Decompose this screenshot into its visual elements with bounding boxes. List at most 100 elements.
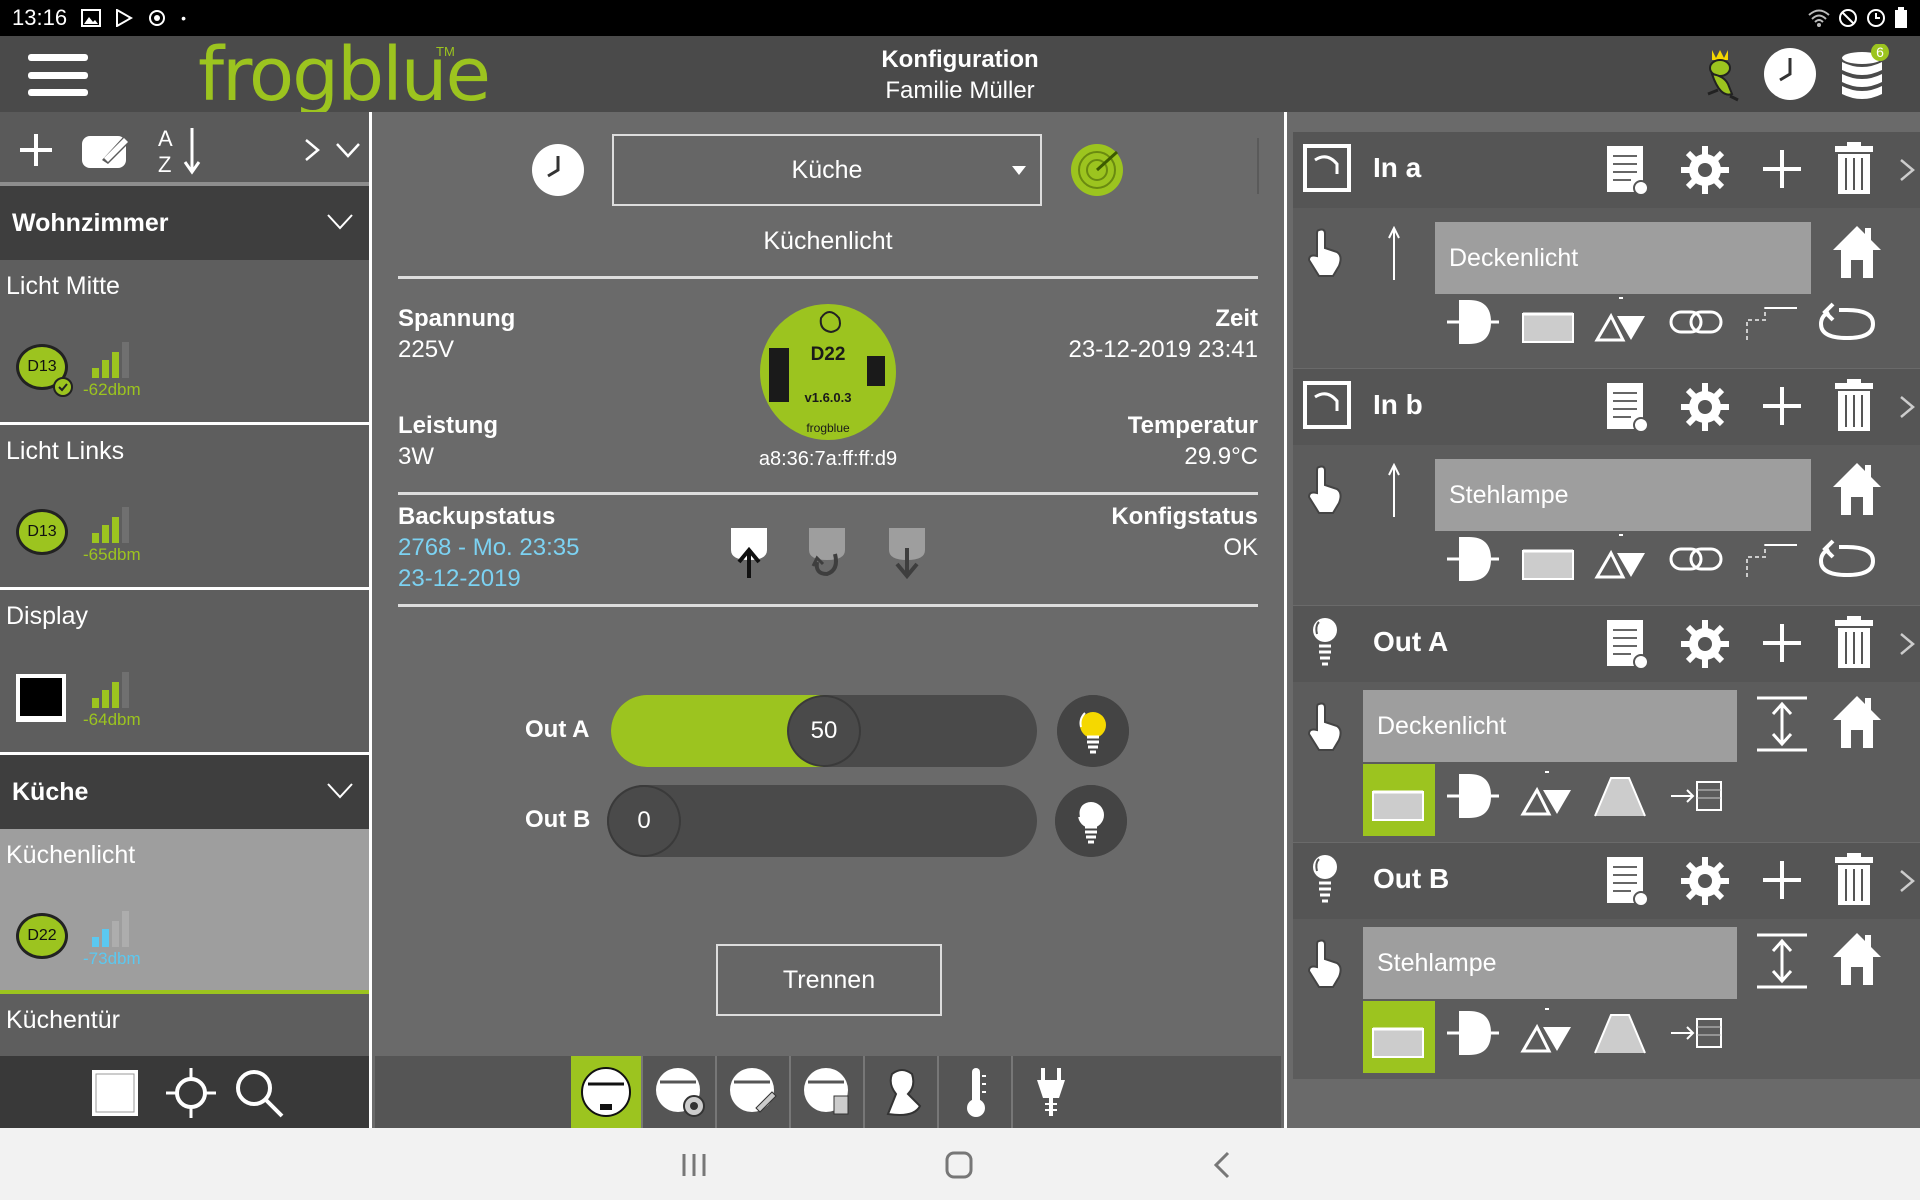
gear-icon[interactable] xyxy=(1679,618,1731,670)
room-header-wohnzimmer[interactable]: Wohnzimmer xyxy=(0,186,369,260)
back-icon[interactable] xyxy=(1210,1150,1234,1180)
radar-scan-icon[interactable] xyxy=(1069,142,1125,198)
database-icon[interactable]: 6 xyxy=(1834,44,1894,104)
trash-icon[interactable] xyxy=(1833,616,1875,670)
output-mode-selected[interactable] xyxy=(1363,764,1435,836)
wifi-icon xyxy=(1808,9,1830,27)
dimmer-triangles-icon[interactable] xyxy=(1593,294,1647,346)
link-icon[interactable] xyxy=(1669,308,1723,336)
clock-icon[interactable] xyxy=(1760,44,1820,104)
select-all-icon[interactable] xyxy=(90,1068,140,1118)
expand-vertical-icon[interactable] xyxy=(1755,933,1809,989)
database-badge: 6 xyxy=(1876,44,1884,60)
add-icon[interactable] xyxy=(1759,857,1805,903)
chevron-right-icon[interactable] xyxy=(1897,867,1917,895)
target-name-field[interactable]: Deckenlicht xyxy=(1435,222,1811,294)
output-slider-a[interactable]: 50 xyxy=(611,695,1037,767)
home-icon[interactable] xyxy=(1829,459,1885,519)
chevron-right-icon[interactable] xyxy=(1897,393,1917,421)
tab-user[interactable] xyxy=(867,1056,939,1128)
chevron-right-icon[interactable] xyxy=(1897,156,1917,184)
backup-download-icon[interactable] xyxy=(885,524,929,580)
level-box-icon[interactable] xyxy=(1521,547,1575,581)
add-icon[interactable] xyxy=(18,132,54,168)
and-gate-icon[interactable] xyxy=(1445,768,1499,824)
section-header-in-a: In a xyxy=(1293,132,1920,208)
and-gate-icon[interactable] xyxy=(1445,294,1499,350)
tab-temperature[interactable] xyxy=(941,1056,1013,1128)
list-settings-icon[interactable] xyxy=(1605,381,1649,433)
timer-badge-icon xyxy=(53,377,73,397)
delay-step-icon[interactable] xyxy=(1745,302,1799,342)
device-settings-icon xyxy=(656,1068,705,1117)
target-name-field[interactable]: Deckenlicht xyxy=(1363,690,1737,762)
target-name-field[interactable]: Stehlampe xyxy=(1363,927,1737,999)
device-item-display[interactable]: Display -64dbm xyxy=(0,590,369,755)
tab-device-settings[interactable] xyxy=(645,1056,717,1128)
chevron-right-icon[interactable] xyxy=(302,136,322,164)
recent-apps-icon[interactable] xyxy=(680,1152,708,1178)
shutter-move-icon[interactable] xyxy=(1669,778,1723,812)
dimmer-triangles-icon[interactable] xyxy=(1519,1005,1573,1057)
trapezoid-icon[interactable] xyxy=(1593,1009,1647,1055)
chevron-down-icon[interactable] xyxy=(334,140,362,160)
trash-icon[interactable] xyxy=(1833,379,1875,433)
home-icon[interactable] xyxy=(1829,222,1885,282)
level-box-icon[interactable] xyxy=(1521,310,1575,344)
dimmer-triangles-icon[interactable] xyxy=(1519,768,1573,820)
tab-device-edit[interactable] xyxy=(719,1056,791,1128)
output-slider-knob[interactable]: 0 xyxy=(607,785,681,857)
list-settings-icon[interactable] xyxy=(1605,855,1649,907)
tab-power[interactable] xyxy=(1015,1056,1087,1128)
home-icon[interactable] xyxy=(1829,929,1885,989)
add-icon[interactable] xyxy=(1759,146,1805,192)
home-nav-icon[interactable] xyxy=(944,1150,974,1180)
delay-step-icon[interactable] xyxy=(1745,539,1799,579)
tab-device-log[interactable] xyxy=(793,1056,865,1128)
trapezoid-icon[interactable] xyxy=(1593,772,1647,818)
search-icon[interactable] xyxy=(232,1066,286,1120)
sort-az-icon[interactable]: AZ xyxy=(154,124,204,176)
add-icon[interactable] xyxy=(1759,620,1805,666)
trash-icon[interactable] xyxy=(1833,142,1875,196)
backup-upload-icon[interactable] xyxy=(727,524,771,580)
repeat-icon[interactable] xyxy=(1819,302,1875,342)
menu-icon[interactable] xyxy=(28,54,88,96)
backup-restore-icon[interactable] xyxy=(805,524,849,580)
room-select[interactable]: Küche xyxy=(612,134,1042,206)
device-item-kuechenlicht[interactable]: Küchenlicht D22 -73dbm xyxy=(0,829,369,994)
frog-king-icon[interactable] xyxy=(1690,44,1750,104)
output-mode-selected[interactable] xyxy=(1363,1001,1435,1073)
gear-icon[interactable] xyxy=(1679,381,1731,433)
signal-strength-icon xyxy=(92,342,129,378)
add-icon[interactable] xyxy=(1759,383,1805,429)
list-settings-icon[interactable] xyxy=(1605,618,1649,670)
bulb-on-icon[interactable] xyxy=(1057,695,1129,767)
clock-icon[interactable] xyxy=(530,142,586,198)
trash-icon[interactable] xyxy=(1833,853,1875,907)
list-settings-icon[interactable] xyxy=(1605,144,1649,196)
device-item-kuechentuer[interactable]: Küchentür xyxy=(0,994,369,1064)
room-header-kueche[interactable]: Küche xyxy=(0,755,369,829)
gear-icon[interactable] xyxy=(1679,855,1731,907)
repeat-icon[interactable] xyxy=(1819,539,1875,579)
chevron-right-icon[interactable] xyxy=(1897,630,1917,658)
device-item-licht-mitte[interactable]: Licht Mitte D13 -62dbm xyxy=(0,260,369,425)
locate-icon[interactable] xyxy=(164,1066,218,1120)
and-gate-icon[interactable] xyxy=(1445,1005,1499,1061)
output-slider-knob[interactable]: 50 xyxy=(787,695,861,767)
dimmer-triangles-icon[interactable] xyxy=(1593,531,1647,583)
expand-vertical-icon[interactable] xyxy=(1755,696,1809,752)
disconnect-button[interactable]: Trennen xyxy=(716,944,942,1016)
link-icon[interactable] xyxy=(1669,545,1723,573)
edit-icon[interactable] xyxy=(80,130,132,170)
device-item-licht-links[interactable]: Licht Links D13 -65dbm xyxy=(0,425,369,590)
target-name-field[interactable]: Stehlampe xyxy=(1435,459,1811,531)
and-gate-icon[interactable] xyxy=(1445,531,1499,587)
home-icon[interactable] xyxy=(1829,692,1885,752)
gear-icon[interactable] xyxy=(1679,144,1731,196)
bulb-off-icon[interactable] xyxy=(1055,785,1127,857)
tab-device-info[interactable] xyxy=(571,1056,643,1128)
shutter-move-icon[interactable] xyxy=(1669,1015,1723,1049)
output-slider-b[interactable]: 0 xyxy=(607,785,1037,857)
